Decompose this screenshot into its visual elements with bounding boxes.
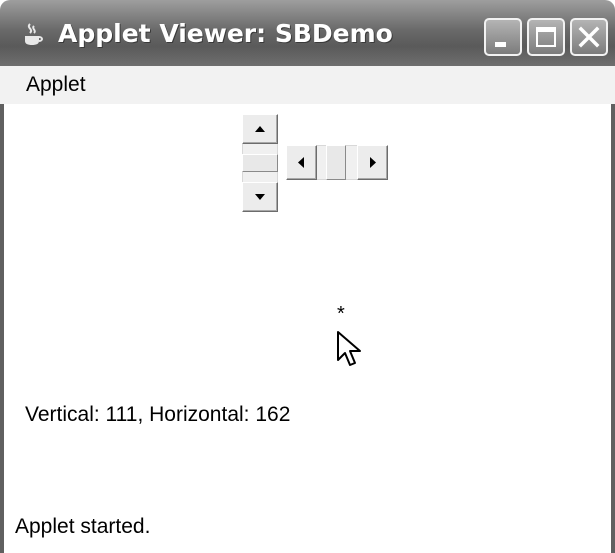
horizontal-scroll-thumb[interactable] [326,145,346,180]
mouse-marker: * [337,303,345,325]
close-button[interactable] [570,18,608,56]
scrollbar-values-text: Vertical: 111, Horizontal: 162 [25,403,291,426]
title-bar[interactable]: Applet Viewer: SBDemo [0,0,615,66]
window-title: Applet Viewer: SBDemo [58,19,393,48]
horizontal-scrollbar[interactable] [286,145,388,180]
applet-viewer-window: Applet Viewer: SBDemo Applet * Vertical:… [0,0,615,553]
arrow-up-icon [255,126,265,132]
vertical-scrollbar[interactable] [242,114,278,212]
menu-applet[interactable]: Applet [26,73,86,97]
minimize-icon [495,42,506,47]
maximize-icon [536,27,556,47]
maximize-button[interactable] [527,18,565,56]
close-icon [578,26,600,48]
mouse-pointer-icon [336,330,364,375]
arrow-right-icon [370,157,376,168]
arrow-left-icon [298,157,304,168]
minimize-button[interactable] [484,18,522,56]
status-bar-text: Applet started. [15,515,151,538]
window-border-right [611,104,615,553]
java-icon [22,23,44,47]
vertical-scroll-thumb[interactable] [242,154,278,172]
menu-bar: Applet [0,66,615,104]
scroll-down-button[interactable] [242,182,278,212]
scroll-right-button[interactable] [357,145,388,180]
scroll-left-button[interactable] [286,145,317,180]
arrow-down-icon [255,194,265,200]
window-border-left [0,104,4,553]
scroll-up-button[interactable] [242,114,278,144]
